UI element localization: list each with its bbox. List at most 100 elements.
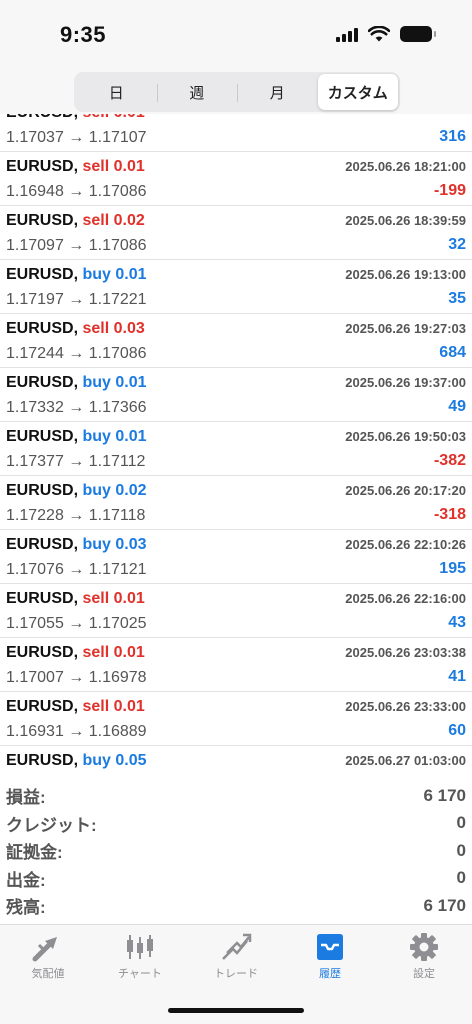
deal-row[interactable]: EURUSD, buy 0.03 1.17076 → 1.17121 2025.06… bbox=[0, 530, 472, 584]
deal-profit: 1 493 bbox=[426, 776, 466, 778]
period-segmented-control: 日 週 月 カスタム bbox=[74, 72, 400, 112]
quotes-icon bbox=[32, 937, 57, 962]
deal-row[interactable]: EURUSD, buy 0.01 1.17332 → 1.17366 2025.06… bbox=[0, 368, 472, 422]
cellular-signal-icon bbox=[336, 26, 358, 42]
deal-side-label: buy bbox=[82, 482, 111, 499]
deal-symbol: EURUSD, buy 0.03 bbox=[6, 536, 147, 554]
deal-symbol-name: EURUSD, bbox=[6, 482, 79, 499]
tab-label: 履歴 bbox=[319, 968, 341, 980]
deal-side: sell 0.03 bbox=[82, 320, 144, 337]
deal-row[interactable]: EURUSD, sell 0.01 1.17055 → 1.17025 2025.0… bbox=[0, 584, 472, 638]
summary-label: 残高: bbox=[6, 898, 46, 918]
deal-profit: 316 bbox=[439, 128, 466, 145]
deal-profit: -382 bbox=[433, 452, 466, 469]
deal-time: 2025.06.26 22:10:26 bbox=[345, 537, 466, 552]
deal-prices: 1.16948 → 1.17086 bbox=[6, 183, 147, 200]
deal-symbol-name: EURUSD, bbox=[6, 590, 79, 607]
deal-prices: 1.17244 → 1.17086 bbox=[6, 345, 147, 362]
deal-row[interactable]: EURUSD, sell 0.03 1.17244 → 1.17086 2025.0… bbox=[0, 314, 472, 368]
deal-side-label: buy bbox=[82, 266, 111, 283]
deal-time: 2025.06.26 18:39:59 bbox=[345, 213, 466, 228]
deal-row[interactable]: EURUSD, buy 0.01 1.17377 → 1.17112 2025.06… bbox=[0, 422, 472, 476]
deal-row[interactable]: EURUSD, buy 0.02 1.17228 → 1.17118 2025.06… bbox=[0, 476, 472, 530]
summary-label: 出金: bbox=[6, 870, 46, 890]
deal-prices: 1.16916 → 1.17123 bbox=[6, 777, 147, 778]
segment-custom[interactable]: カスタム bbox=[317, 74, 398, 110]
deal-symbol: EURUSD, sell 0.01 bbox=[6, 698, 145, 716]
summary-row-profit: 損益: 6 170 bbox=[0, 782, 472, 810]
deal-symbol-name: EURUSD, bbox=[6, 158, 79, 175]
deal-symbol-name: EURUSD, bbox=[6, 752, 79, 769]
deal-side-label: buy bbox=[82, 374, 111, 391]
deal-side: sell 0.02 bbox=[82, 212, 144, 229]
deal-side-label: sell bbox=[82, 320, 110, 337]
status-time: 9:35 bbox=[60, 22, 107, 47]
battery-icon bbox=[400, 26, 436, 42]
deal-symbol: EURUSD, buy 0.01 bbox=[6, 428, 147, 446]
deal-time: 2025.06.26 20:17:20 bbox=[345, 483, 466, 498]
deal-volume: 0.01 bbox=[113, 590, 145, 607]
tab-label: 設定 bbox=[413, 968, 435, 980]
deal-volume: 0.01 bbox=[115, 374, 147, 391]
deal-symbol: EURUSD, sell 0.02 bbox=[6, 212, 145, 230]
deal-row[interactable]: EURUSD, sell 0.01 1.16931 → 1.16889 2025.0… bbox=[0, 692, 472, 746]
deal-profit: 49 bbox=[448, 398, 466, 415]
summary-value: 0 bbox=[456, 868, 466, 888]
summary-row-balance: 残高: 6 170 bbox=[0, 892, 472, 920]
deal-side-label: sell bbox=[82, 644, 110, 661]
deal-prices: 1.16931 → 1.16889 bbox=[6, 723, 147, 740]
deal-row[interactable]: EURUSD, sell 0.01 1.17007 → 1.16978 2025.0… bbox=[0, 638, 472, 692]
segment-week[interactable]: 週 bbox=[156, 74, 238, 110]
tab-settings[interactable]: 設定 bbox=[384, 931, 464, 981]
deal-symbol: EURUSD, sell 0.01 bbox=[6, 158, 145, 176]
deal-volume: 0.01 bbox=[113, 644, 145, 661]
tab-chart[interactable]: チャート bbox=[100, 931, 180, 981]
deal-side-label: sell bbox=[82, 114, 109, 121]
deal-side: buy 0.02 bbox=[82, 482, 146, 499]
deal-time: 2025.06.26 19:50:03 bbox=[345, 429, 466, 444]
status-bar: 9:35 bbox=[0, 0, 472, 68]
deal-symbol: EURUSD, sell 0.03 bbox=[6, 320, 145, 338]
deal-side-label: sell bbox=[82, 158, 110, 175]
deal-side: sell 0.01 bbox=[82, 644, 144, 661]
deal-prices: 1.17332 → 1.17366 bbox=[6, 399, 147, 416]
deal-profit: 60 bbox=[448, 722, 466, 739]
deal-symbol-name: EURUSD, bbox=[6, 114, 78, 121]
tab-quotes[interactable]: 気配値 bbox=[8, 931, 88, 981]
summary-value: 0 bbox=[456, 813, 466, 833]
deal-symbol: EURUSD, sell 0.01 bbox=[6, 114, 145, 122]
deal-row[interactable]: EURUSD, buy 0.05 1.16916 → 1.17123 2025.06… bbox=[0, 746, 472, 778]
deal-time: 2025.06.26 19:13:00 bbox=[345, 267, 466, 282]
deal-side-label: buy bbox=[82, 428, 111, 445]
deal-time: 2025.06.26 19:27:03 bbox=[345, 321, 466, 336]
deal-prices: 1.17377 → 1.17112 bbox=[6, 453, 146, 470]
deal-row[interactable]: EURUSD, sell 0.01 1.16948 → 1.17086 2025.0… bbox=[0, 152, 472, 206]
deal-side-label: buy bbox=[82, 536, 111, 553]
segment-month[interactable]: 月 bbox=[237, 74, 318, 110]
deal-symbol-name: EURUSD, bbox=[6, 644, 79, 661]
trade-icon bbox=[222, 933, 252, 960]
deals-list[interactable]: EURUSD, sell 0.011.17037 → 1.17107316EUR… bbox=[0, 114, 472, 778]
deal-profit: 43 bbox=[448, 614, 466, 631]
summary-value: 6 170 bbox=[423, 895, 466, 915]
deal-row[interactable]: EURUSD, buy 0.01 1.17197 → 1.17221 2025.06… bbox=[0, 260, 472, 314]
deal-symbol-name: EURUSD, bbox=[6, 266, 79, 283]
deal-side: buy 0.01 bbox=[82, 428, 146, 445]
deal-side: buy 0.01 bbox=[82, 374, 146, 391]
deal-symbol-name: EURUSD, bbox=[6, 536, 79, 553]
deal-volume: 0.02 bbox=[113, 212, 145, 229]
deal-symbol-name: EURUSD, bbox=[6, 428, 79, 445]
status-icons bbox=[336, 26, 436, 42]
deal-profit: 35 bbox=[448, 290, 466, 307]
deal-prices: 1.17197 → 1.17221 bbox=[6, 291, 147, 308]
tab-history[interactable]: 履歴 bbox=[290, 931, 370, 981]
tab-trade[interactable]: トレード bbox=[196, 931, 276, 981]
deal-profit: 684 bbox=[439, 344, 466, 361]
deal-row[interactable]: EURUSD, sell 0.02 1.17097 → 1.17086 2025.0… bbox=[0, 206, 472, 260]
period-header: 日 週 月 カスタム bbox=[0, 68, 472, 114]
deal-row[interactable]: EURUSD, sell 0.01 1.17037 → 1.17107 316 bbox=[0, 114, 472, 152]
tab-label: 気配値 bbox=[31, 968, 65, 980]
history-icon bbox=[317, 934, 343, 960]
deal-symbol: EURUSD, buy 0.05 bbox=[6, 752, 147, 770]
segment-day[interactable]: 日 bbox=[76, 74, 157, 110]
